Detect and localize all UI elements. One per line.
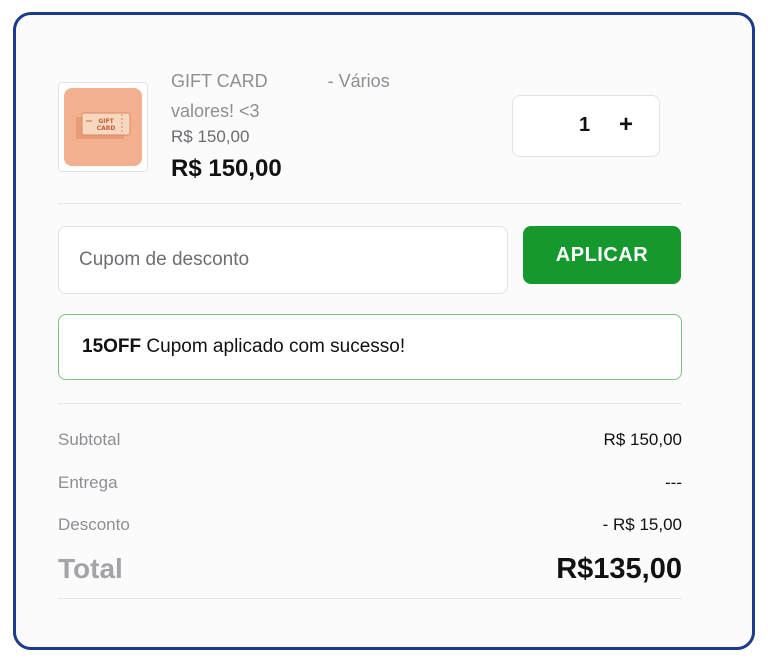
gift-card-icon: GIFT CARD xyxy=(64,88,142,166)
product-name-line2: valores! <3 xyxy=(171,101,260,121)
apply-coupon-button[interactable]: APLICAR xyxy=(523,226,681,284)
coupon-code: 15OFF xyxy=(82,336,142,357)
product-name-suffix: - Vários xyxy=(327,71,390,91)
delivery-value: --- xyxy=(665,473,682,492)
svg-text:GIFT: GIFT xyxy=(98,118,114,125)
success-text: Cupom aplicado com sucesso! xyxy=(146,336,406,357)
quantity-stepper[interactable]: 1 + xyxy=(512,95,660,157)
quantity-value: 1 xyxy=(579,114,591,136)
divider xyxy=(58,203,682,204)
divider xyxy=(58,598,682,599)
coupon-input[interactable] xyxy=(58,226,508,294)
discount-label: Desconto xyxy=(58,515,130,534)
delivery-label: Entrega xyxy=(58,473,118,492)
subtotal-label: Subtotal xyxy=(58,430,121,449)
product-name-title: GIFT CARD xyxy=(171,71,268,91)
coupon-success-message: 15OFF Cupom aplicado com sucesso! xyxy=(58,314,682,380)
product-name[interactable]: GIFT CARD - Vários valores! <3 xyxy=(171,66,471,126)
divider xyxy=(58,403,682,404)
subtotal-value: R$ 150,00 xyxy=(603,430,682,449)
line-price: R$ 150,00 xyxy=(171,155,282,182)
discount-value: - R$ 15,00 xyxy=(602,515,682,534)
product-thumbnail[interactable]: GIFT CARD xyxy=(58,82,148,172)
cart-item: GIFT CARD GIFT CARD - Vários valores! <3 … xyxy=(58,71,682,192)
total-label: Total xyxy=(58,553,123,584)
total-value: R$135,00 xyxy=(556,553,682,585)
svg-text:CARD: CARD xyxy=(97,125,116,132)
unit-price: R$ 150,00 xyxy=(171,127,250,146)
increment-button[interactable]: + xyxy=(619,111,633,139)
